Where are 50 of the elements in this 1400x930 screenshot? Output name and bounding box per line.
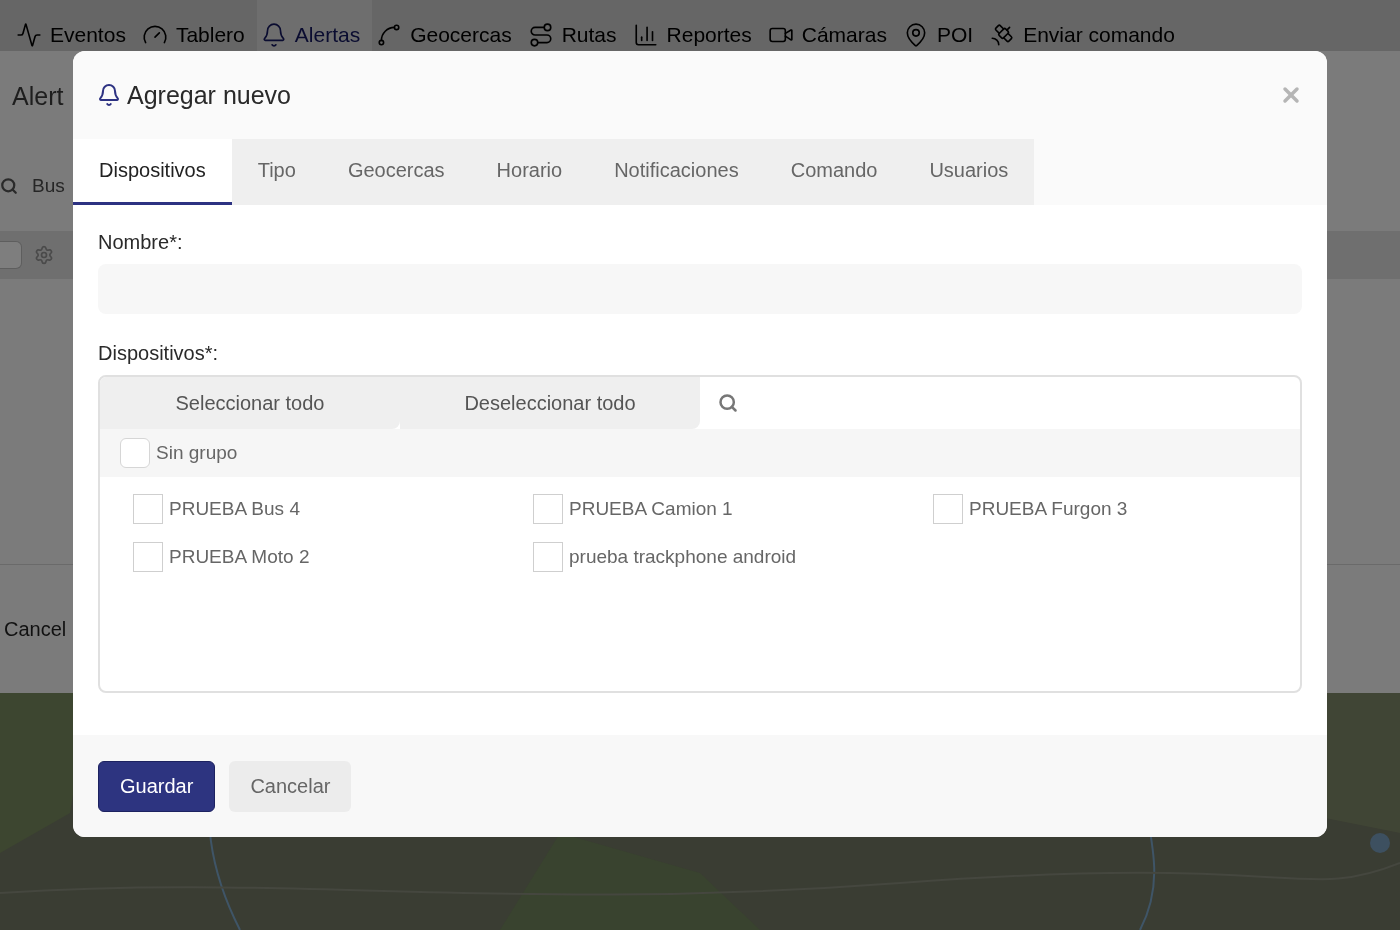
search-field[interactable]: Bus — [32, 175, 65, 197]
nav-item[interactable]: Eventos — [12, 0, 138, 51]
nav-item[interactable]: Rutas — [523, 0, 629, 51]
tab[interactable]: Dispositivos — [73, 139, 232, 205]
device-label: PRUEBA Moto 2 — [169, 546, 310, 568]
cancel-button[interactable]: Cancel — [0, 617, 67, 641]
nav-item[interactable]: POI — [898, 0, 986, 51]
field-label: Dispositivos*: — [98, 342, 220, 365]
tab[interactable]: Geocercas — [321, 139, 471, 205]
bell-icon — [97, 83, 121, 107]
device-label: PRUEBA Furgon 3 — [969, 498, 1128, 520]
nav-label: Geocercas — [410, 22, 512, 47]
device-label: prueba trackphone android — [569, 546, 797, 568]
tab[interactable]: Horario — [470, 139, 589, 205]
nav-item[interactable]: Cámaras — [763, 0, 899, 51]
group-label: Sin grupo — [156, 442, 238, 464]
nav-item[interactable]: Alertas — [256, 0, 373, 51]
device-label: PRUEBA Camion 1 — [569, 498, 733, 520]
nav-item[interactable]: Enviar comando — [985, 0, 1187, 51]
tab[interactable]: Comando — [764, 139, 904, 205]
nav-item[interactable]: Geocercas — [372, 0, 524, 51]
field-label: Nombre*: — [98, 231, 184, 254]
save-button[interactable]: Guardar — [98, 760, 216, 812]
nav-item[interactable]: Reportes — [628, 0, 764, 51]
satellite-icon — [989, 21, 1016, 48]
deselect-all-button[interactable]: Deseleccionar todo — [400, 377, 700, 429]
tab[interactable]: Tipo — [231, 139, 322, 205]
nav-label: Reportes — [666, 22, 752, 47]
nav-label: Tablero — [175, 22, 245, 47]
select-all-button[interactable]: Seleccionar todo — [100, 377, 400, 429]
nav-label: Rutas — [561, 22, 617, 47]
gears-icon — [34, 245, 54, 265]
search-icon — [0, 177, 18, 195]
curve-icon — [376, 21, 403, 48]
nav-item[interactable]: Tablero — [137, 0, 257, 51]
nav-label: Enviar comando — [1023, 22, 1175, 47]
panel-title: Alert — [12, 81, 64, 111]
dialog-title: Agregar nuevo — [127, 80, 292, 110]
nav-label: Cámaras — [801, 22, 887, 47]
tab[interactable]: Usuarios — [903, 139, 1035, 205]
device-label: PRUEBA Bus 4 — [169, 498, 300, 520]
checkbox[interactable] — [0, 241, 22, 269]
route-icon — [527, 21, 554, 48]
search-icon[interactable] — [718, 393, 738, 413]
nav-label: Alertas — [294, 22, 361, 47]
tab[interactable]: Notificaciones — [588, 139, 765, 205]
cancel-button[interactable]: Cancelar — [229, 760, 352, 812]
nav-label: Eventos — [50, 22, 126, 47]
nav-label: POI — [936, 22, 974, 47]
pulse-icon — [16, 21, 42, 48]
